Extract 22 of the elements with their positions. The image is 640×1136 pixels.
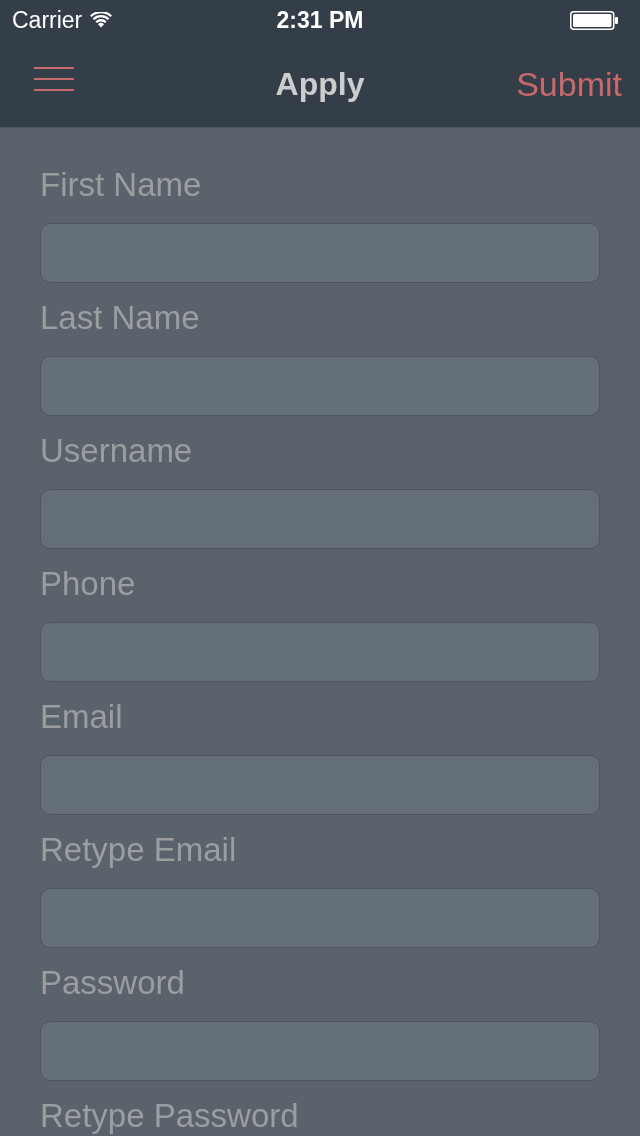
field-label: First Name	[40, 169, 202, 201]
carrier-text: Carrier	[12, 8, 83, 32]
input-field[interactable]	[40, 888, 600, 948]
field-label: Retype Password	[40, 1100, 299, 1132]
input-field[interactable]	[40, 356, 600, 416]
battery-icon	[570, 10, 618, 30]
menu-icon[interactable]	[34, 66, 74, 91]
input-field[interactable]	[40, 223, 600, 283]
clock-time: 2:31 PM	[276, 8, 364, 32]
input-field[interactable]	[40, 755, 600, 815]
field-label: Username	[40, 435, 193, 467]
field-label: Email	[40, 701, 123, 733]
field-label: Retype Email	[40, 834, 237, 866]
field-label: Phone	[40, 568, 136, 600]
input-field[interactable]	[40, 622, 600, 682]
wifi-icon	[90, 12, 113, 28]
submit-button[interactable]: Submit	[516, 62, 622, 105]
input-field[interactable]	[40, 1021, 600, 1081]
field-label: Password	[40, 967, 185, 999]
input-field[interactable]	[40, 489, 600, 549]
nav-title: Apply	[275, 67, 365, 100]
field-label: Last Name	[40, 302, 200, 334]
